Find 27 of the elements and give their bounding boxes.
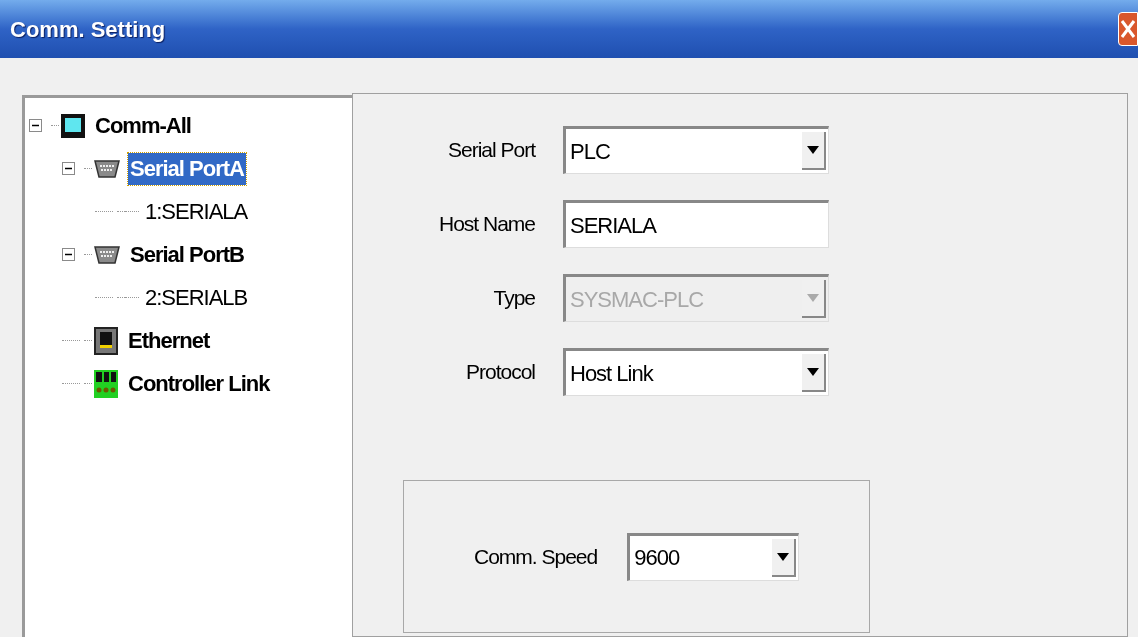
tree-item[interactable]: 2:SERIALB [143,281,250,314]
tree-item[interactable]: Serial PortA [128,152,246,185]
tree-item[interactable]: Controller Link [126,367,272,400]
tree-item[interactable]: Serial PortB [128,238,246,271]
field-label: Serial Port [446,137,537,164]
close-button[interactable] [1118,12,1138,46]
tree-item[interactable]: Comm-All [93,109,193,142]
expander-toggle[interactable] [62,248,75,261]
field-label: Comm. Speed [474,543,598,570]
input-field[interactable]: SERIALA [563,200,829,248]
expander-toggle[interactable] [29,119,42,132]
window-title: Comm. Setting [10,15,166,44]
field-label: Type [492,285,536,312]
tree-item[interactable]: 1:SERIALA [143,195,250,228]
connector-icon [94,158,120,179]
field-label: Protocol [464,359,536,386]
dropdown-field[interactable]: 9600 [627,532,800,581]
dropdown-field[interactable]: PLC [563,126,829,174]
dropdown-field[interactable]: Host Link [563,348,829,396]
expander-toggle[interactable] [62,162,75,175]
close-icon [1120,18,1136,40]
connector-icon [94,244,120,265]
network-port-icon [94,326,118,355]
board-icon [94,369,118,398]
tree-item[interactable]: Ethernet [126,324,212,357]
monitor-icon [61,113,85,138]
field-label: Host Name [437,211,536,238]
